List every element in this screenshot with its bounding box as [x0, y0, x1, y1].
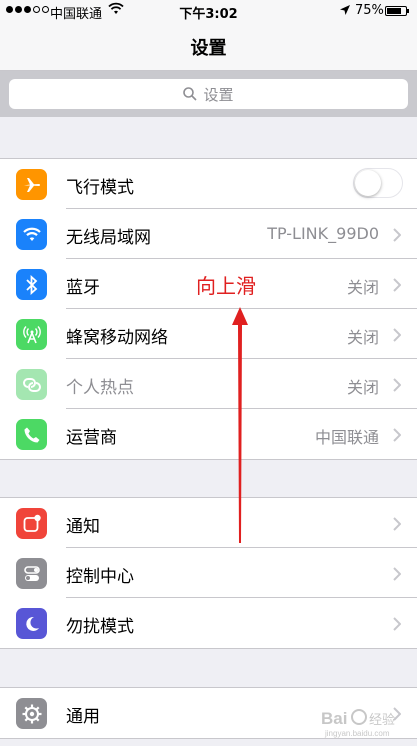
row-value: 关闭 — [346, 278, 379, 297]
phone-icon — [16, 419, 47, 450]
svg-text:jingyan.baidu.com: jingyan.baidu.com — [324, 729, 390, 738]
row-do-not-disturb[interactable]: 勿扰模式 — [0, 598, 417, 648]
settings-group-connectivity: 飞行模式 无线局域网 TP-LINK_99D0 蓝牙 关闭 蜂窝移动网络 关闭 … — [0, 158, 417, 460]
navigation-bar: 设置 — [0, 22, 417, 71]
row-value: 关闭 — [346, 328, 379, 347]
chevron-right-icon — [393, 327, 402, 346]
row-value: 中国联通 — [314, 428, 379, 447]
search-input[interactable]: 设置 — [9, 79, 408, 109]
location-arrow-icon — [339, 4, 351, 20]
battery-icon — [385, 6, 409, 16]
row-wifi[interactable]: 无线局域网 TP-LINK_99D0 — [0, 209, 417, 259]
row-personal-hotspot[interactable]: 个人热点 关闭 — [0, 359, 417, 409]
row-label: 通用 — [66, 707, 100, 727]
baidu-watermark: Bai 经验 jingyan.baidu.com — [319, 704, 409, 744]
row-label: 勿扰模式 — [66, 617, 134, 637]
svg-text:经验: 经验 — [369, 712, 395, 728]
row-label: 飞行模式 — [66, 178, 134, 198]
row-label: 通知 — [66, 517, 100, 537]
row-label: 蜂窝移动网络 — [66, 328, 168, 348]
cellular-icon — [16, 319, 47, 350]
svg-text:Bai: Bai — [321, 709, 347, 728]
chevron-right-icon — [393, 227, 402, 246]
search-icon — [183, 87, 198, 101]
page-title: 设置 — [190, 38, 227, 59]
row-airplane-mode: 飞行模式 — [0, 159, 417, 209]
hotspot-icon — [16, 369, 47, 400]
swipe-up-arrow-icon — [232, 307, 248, 543]
row-label: 个人热点 — [66, 378, 134, 398]
airplane-icon — [16, 169, 47, 200]
row-control-center[interactable]: 控制中心 — [0, 548, 417, 598]
chevron-right-icon — [393, 566, 402, 585]
chevron-right-icon — [393, 377, 402, 396]
chevron-right-icon — [393, 516, 402, 535]
row-notifications[interactable]: 通知 — [0, 498, 417, 548]
row-carrier[interactable]: 运营商 中国联通 — [0, 409, 417, 459]
search-area: 设置 — [0, 71, 417, 117]
chevron-right-icon — [393, 427, 402, 446]
settings-screen: 中国联通 下午3:02 75% 设置 设置 飞行模式 无线局域网 TP-LINK… — [0, 0, 417, 746]
chevron-right-icon — [393, 277, 402, 296]
wifi-icon — [16, 219, 47, 250]
row-label: 无线局域网 — [66, 228, 151, 248]
row-label: 运营商 — [66, 428, 117, 448]
row-value: 关闭 — [346, 378, 379, 397]
search-placeholder: 设置 — [203, 85, 234, 104]
settings-group-notifications: 通知 控制中心 勿扰模式 — [0, 497, 417, 649]
notifications-icon — [16, 508, 47, 539]
row-label: 控制中心 — [66, 567, 134, 587]
control-center-icon — [16, 558, 47, 589]
row-label: 蓝牙 — [66, 278, 100, 298]
gear-icon — [16, 698, 47, 729]
airplane-mode-toggle[interactable] — [353, 168, 403, 198]
bluetooth-icon — [16, 269, 47, 300]
battery-percent: 75% — [355, 3, 384, 18]
moon-icon — [16, 608, 47, 639]
row-cellular[interactable]: 蜂窝移动网络 关闭 — [0, 309, 417, 359]
chevron-right-icon — [393, 616, 402, 635]
status-bar: 中国联通 下午3:02 75% — [0, 0, 417, 22]
row-value: TP-LINK_99D0 — [267, 224, 379, 243]
swipe-up-annotation: 向上滑 — [196, 274, 256, 298]
